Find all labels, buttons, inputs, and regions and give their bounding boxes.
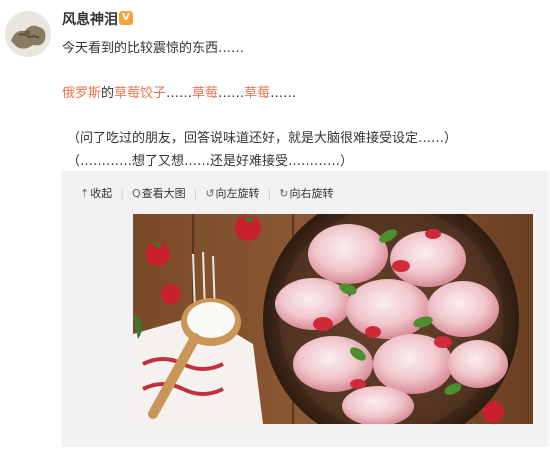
media-toolbar: ⇡收起 | Q查看大图 | ↺向左旋转 | ↻向右旋转	[80, 185, 334, 201]
topic-link-strawberry-2[interactable]: 草莓	[244, 86, 270, 101]
collapse-up-icon: ⇡	[80, 187, 90, 200]
post-text-line-4: （…………想了又想……还是好难接受…………）	[67, 154, 354, 169]
collapse-button[interactable]: ⇡收起	[80, 185, 112, 201]
avatar[interactable]	[5, 11, 51, 57]
username[interactable]: 风息神泪	[62, 9, 118, 29]
view-large-button[interactable]: Q查看大图	[132, 185, 186, 201]
post-text-line-2: 俄罗斯的草莓饺子……草莓……草莓……	[62, 82, 296, 101]
text-de: 的	[101, 86, 115, 101]
topic-link-strawberry-dumplings[interactable]: 草莓饺子	[114, 86, 166, 101]
rotate-left-icon: ↺	[205, 187, 215, 200]
topic-link-strawberry-1[interactable]: 草莓	[192, 86, 218, 101]
verified-badge-icon: V	[119, 11, 133, 25]
topic-link-russia[interactable]: 俄罗斯	[62, 86, 101, 101]
post-text-line-3: （问了吃过的朋友，回答说味道还好，就是大脑很难接受设定……）	[67, 131, 458, 146]
ellipsis-1: ……	[166, 86, 193, 101]
search-icon: Q	[131, 187, 141, 200]
ellipsis-2: ……	[218, 86, 245, 101]
rotate-left-button[interactable]: ↺向左旋转	[205, 185, 259, 201]
post-text-line-1: 今天看到的比较震惊的东西……	[62, 41, 245, 56]
strawberry-dumplings-photo[interactable]	[133, 214, 533, 424]
ellipsis-3: ……	[270, 86, 297, 101]
rotate-right-button[interactable]: ↻向右旋转	[279, 185, 333, 201]
rotate-right-icon: ↻	[279, 187, 289, 200]
